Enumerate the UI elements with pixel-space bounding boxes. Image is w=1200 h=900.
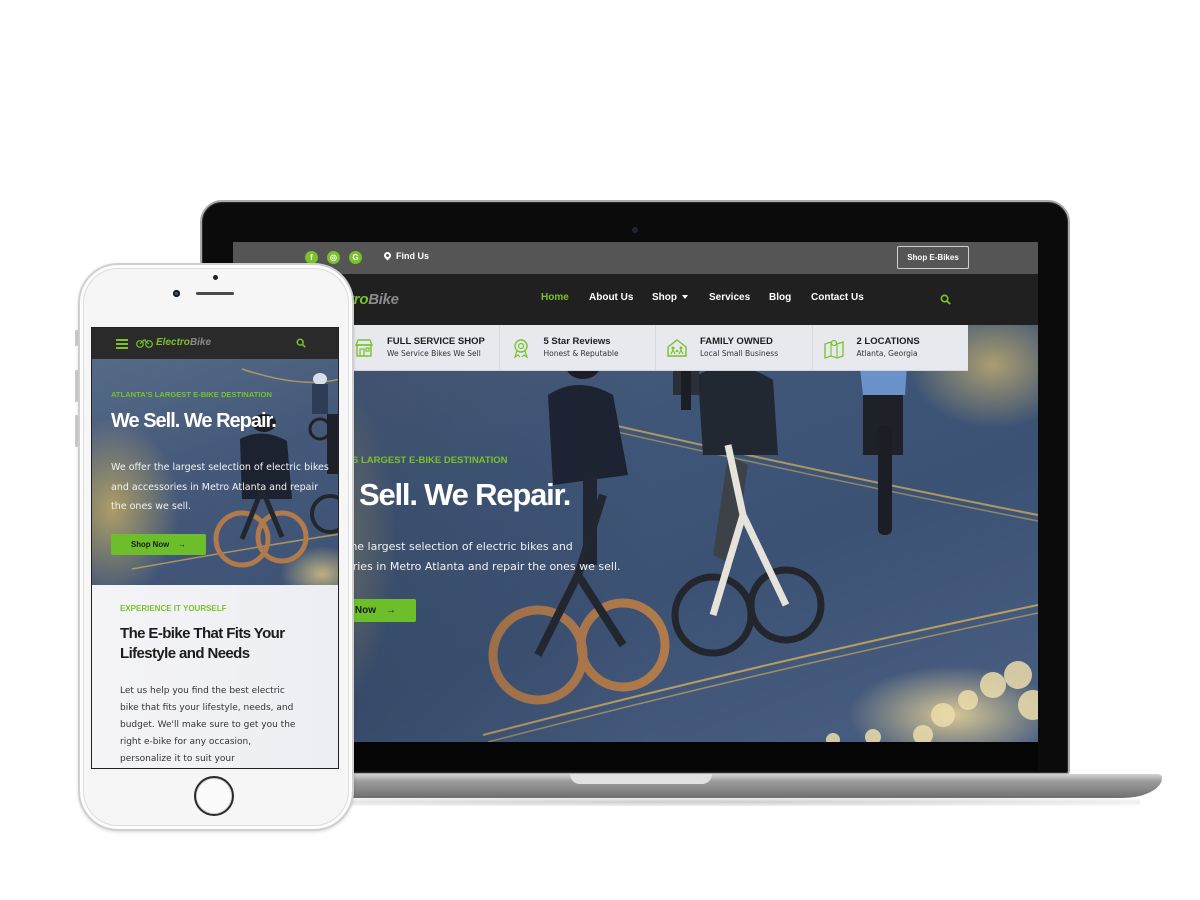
feature-5-star-reviews: 5 Star Reviews Honest & Reputable [500,325,656,370]
google-icon[interactable]: G [349,251,362,264]
map-location-icon [823,339,844,359]
mobile-logo-text-electro: Electro [156,337,190,348]
feature-subtitle: Honest & Reputable [543,348,619,358]
laptop-opening-notch [570,774,712,784]
hamburger-menu-icon[interactable] [116,339,128,349]
find-us-link[interactable]: Find Us [384,251,429,261]
feature-subtitle: We Service Bikes We Sell [387,348,481,358]
nav-item-home[interactable]: Home [541,292,569,303]
mobile-experience-section: EXPERIENCE IT YOURSELF The E-bike That F… [92,585,338,768]
hero-description: the largest selection of electric bikes … [346,537,621,577]
shop-now-label: Now [354,605,376,616]
storefront-icon [354,339,374,357]
nav-item-blog[interactable]: Blog [769,292,791,303]
family-house-icon [667,339,687,357]
feature-title: 5 Star Reviews [543,335,611,347]
nav-item-shop[interactable]: Shop [652,292,688,303]
features-bar: FULL SERVICE SHOP We Service Bikes We Se… [343,325,968,371]
experience-kicker: EXPERIENCE IT YOURSELF [120,604,227,613]
top-bar: f ◎ G Find Us Shop E-Bikes [233,242,1038,274]
device-mockup-stage: S LARGEST E-BIKE DESTINATION Sell. We Re… [0,0,1200,900]
mobile-logo-text-bike: Bike [189,337,212,348]
phone-screen: ATLANTA'S LARGEST E-BIKE DESTINATION We … [91,327,339,769]
nav-item-shop-label: Shop [652,292,677,303]
phone-home-button [194,776,234,816]
mobile-hero-section: ATLANTA'S LARGEST E-BIKE DESTINATION We … [92,359,338,585]
feature-family-owned: FAMILY OWNED Local Small Business [656,325,813,370]
arrow-right-icon: → [386,605,396,616]
feature-full-service-shop: FULL SERVICE SHOP We Service Bikes We Se… [343,325,500,370]
arrow-right-icon: → [178,540,186,549]
mobile-hero-kicker: ATLANTA'S LARGEST E-BIKE DESTINATION [111,390,272,399]
nav-item-contact-us[interactable]: Contact Us [811,292,864,303]
mobile-site-logo[interactable]: ElectroBike [136,337,211,348]
experience-body: Let us help you find the best electric b… [120,686,296,764]
nav-item-services[interactable]: Services [709,292,750,303]
rider-blue-shirt [858,342,908,535]
mobile-search-icon[interactable] [296,338,306,348]
hero-kicker: S LARGEST E-BIKE DESTINATION [352,455,508,466]
hero-description-line: the largest selection of electric bikes … [346,540,573,553]
foliage [826,661,1038,742]
find-us-label: Find Us [396,251,429,261]
map-pin-icon [384,252,391,261]
hero-description-line: ories in Metro Atlanta and repair the on… [346,560,621,573]
feature-title: FULL SERVICE SHOP [387,335,485,347]
hero-title: Sell. We Repair. [359,477,571,512]
feature-2-locations: 2 LOCATIONS Atlanta, Georgia [813,325,969,370]
experience-heading: The E-bike That Fits Your Lifestyle and … [120,625,285,662]
nav-item-about-us[interactable]: About Us [589,292,633,303]
mobile-navbar: ElectroBike [92,328,338,359]
laptop-camera [632,227,638,233]
feature-subtitle: Local Small Business [700,348,779,358]
phone-speaker [196,292,234,295]
search-icon[interactable] [940,294,951,305]
award-badge-icon [513,339,528,359]
phone-sensor [213,275,218,280]
bicycle-logo-icon [136,338,153,348]
laptop-shadow [240,798,1140,806]
feature-title: 2 LOCATIONS [856,335,920,347]
mobile-shop-now-label: Shop Now [131,540,170,549]
instagram-icon[interactable]: ◎ [327,251,340,264]
phone-front-camera [173,290,180,297]
feature-subtitle: Atlanta, Georgia [856,348,918,358]
mobile-shop-now-button[interactable]: Shop Now → [111,534,206,555]
feature-title: FAMILY OWNED [700,335,773,347]
shop-ebikes-button[interactable]: Shop E-Bikes [897,246,969,269]
caret-down-icon [682,295,688,300]
mobile-hero-description: We offer the largest selection of electr… [111,462,329,512]
logo-text-bike: Bike [368,291,399,308]
mobile-hero-title: We Sell. We Repair. [111,410,277,432]
